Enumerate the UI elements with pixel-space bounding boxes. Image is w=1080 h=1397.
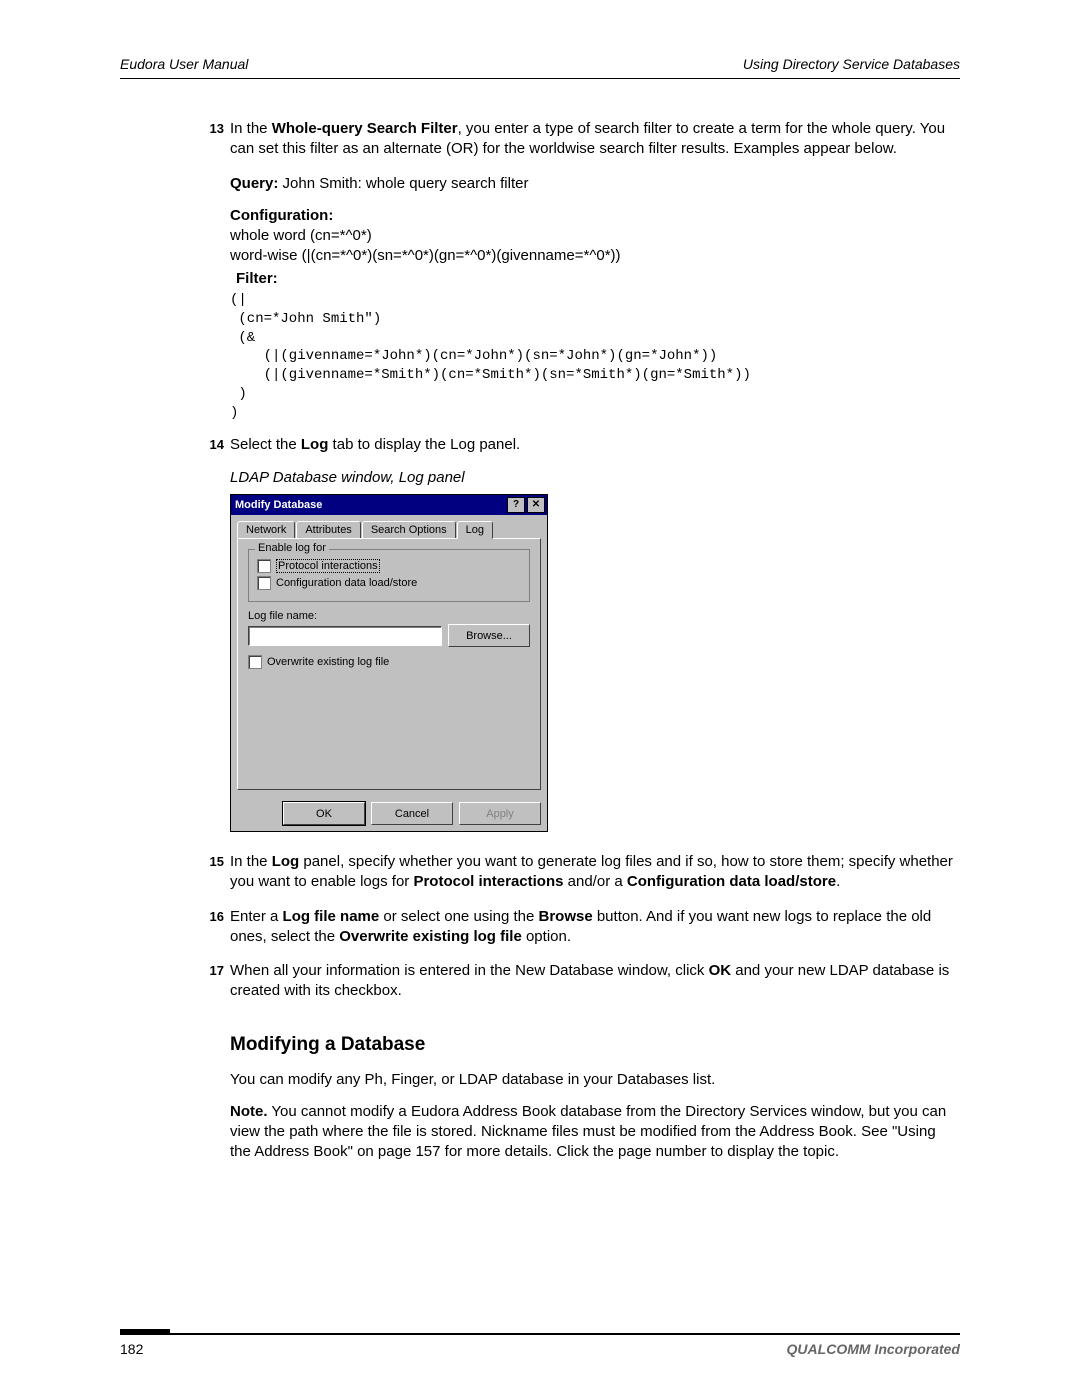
ok-button[interactable]: OK — [283, 802, 365, 825]
browse-button[interactable]: Browse... — [448, 624, 530, 647]
bold: Log file name — [283, 908, 380, 925]
page-number: 182 — [120, 1341, 143, 1357]
section-heading: Modifying a Database — [230, 1034, 960, 1056]
text: or select one using the — [379, 908, 538, 925]
note-para: Note. You cannot modify a Eudora Address… — [230, 1102, 960, 1163]
checkbox-protocol-row[interactable]: Protocol interactions — [257, 559, 521, 573]
tab-search-options[interactable]: Search Options — [362, 521, 456, 539]
bold: Browse — [538, 908, 592, 925]
footer: 182 QUALCOMM Incorporated — [120, 1333, 960, 1357]
figure-caption: LDAP Database window, Log panel — [230, 469, 960, 486]
checkbox-overwrite-row[interactable]: Overwrite existing log file — [248, 655, 530, 669]
bold: Whole-query Search Filter — [272, 120, 458, 137]
text: and/or a — [563, 873, 626, 890]
bold: Configuration data load/store — [627, 873, 836, 890]
checkbox-icon[interactable] — [257, 559, 271, 573]
logfile-input[interactable] — [248, 626, 442, 646]
step-number: 16 — [196, 908, 224, 948]
apply-button[interactable]: Apply — [459, 802, 541, 825]
text: option. — [522, 928, 571, 945]
bold: OK — [709, 962, 732, 979]
step-13: 13 In the Whole-query Search Filter, you… — [230, 119, 960, 160]
dialog-title: Modify Database — [235, 499, 505, 511]
text: When all your information is entered in … — [230, 962, 709, 979]
bold: Log — [301, 436, 329, 453]
tab-attributes[interactable]: Attributes — [296, 521, 360, 539]
header-left: Eudora User Manual — [120, 56, 248, 72]
label: Filter: — [236, 270, 278, 287]
text: . — [836, 873, 840, 890]
bold: Log — [272, 853, 300, 870]
text: In the — [230, 853, 272, 870]
checkbox-label: Configuration data load/store — [276, 577, 417, 589]
checkbox-label: Overwrite existing log file — [267, 656, 389, 668]
step-number: 15 — [196, 853, 224, 893]
text: word-wise (|(cn=*^0*)(sn=*^0*)(gn=*^0*)(… — [230, 247, 621, 264]
step-14: 14 Select the Log tab to display the Log… — [230, 435, 960, 455]
step-body: Select the Log tab to display the Log pa… — [230, 435, 960, 455]
text: tab to display the Log panel. — [328, 436, 520, 453]
tab-log[interactable]: Log — [457, 521, 493, 539]
text: Select the — [230, 436, 301, 453]
button-label: OK — [316, 808, 332, 820]
dialog-buttons: OK Cancel Apply — [231, 796, 547, 831]
checkbox-icon[interactable] — [257, 576, 271, 590]
section-para: You can modify any Ph, Finger, or LDAP d… — [230, 1070, 960, 1090]
button-label: Cancel — [395, 808, 429, 820]
text: You cannot modify a Eudora Address Book … — [230, 1103, 946, 1161]
step-number: 13 — [196, 120, 224, 160]
tab-label: Search Options — [371, 524, 447, 536]
footer-rule-block — [120, 1329, 170, 1335]
close-icon[interactable]: ✕ — [527, 497, 545, 513]
step-body: Enter a Log file name or select one usin… — [230, 907, 960, 948]
cancel-button[interactable]: Cancel — [371, 802, 453, 825]
bold: Overwrite existing log file — [339, 928, 522, 945]
filter-label: Filter: — [236, 269, 960, 289]
text: whole word (cn=*^0*) — [230, 227, 372, 244]
step-number: 17 — [196, 962, 224, 1002]
bold: Protocol interactions — [413, 873, 563, 890]
enable-log-groupbox: Enable log for Protocol interactions Con… — [248, 549, 530, 602]
config-block: Configuration: whole word (cn=*^0*) word… — [230, 206, 960, 267]
step-body: In the Log panel, specify whether you wa… — [230, 852, 960, 893]
tab-label: Network — [246, 524, 286, 536]
step-body: In the Whole-query Search Filter, you en… — [230, 119, 960, 160]
step-16: 16 Enter a Log file name or select one u… — [230, 907, 960, 948]
checkbox-config-row[interactable]: Configuration data load/store — [257, 576, 521, 590]
note-label: Note. — [230, 1103, 268, 1120]
tab-label: Log — [466, 524, 484, 536]
tab-label: Attributes — [305, 524, 351, 536]
checkbox-label: Protocol interactions — [276, 559, 380, 573]
checkbox-icon[interactable] — [248, 655, 262, 669]
step-15: 15 In the Log panel, specify whether you… — [230, 852, 960, 893]
button-label: Browse... — [466, 630, 512, 642]
button-label: Apply — [486, 808, 514, 820]
text: John Smith: whole query search filter — [278, 175, 528, 192]
step-body: When all your information is entered in … — [230, 961, 960, 1002]
help-icon[interactable]: ? — [507, 497, 525, 513]
step-17: 17 When all your information is entered … — [230, 961, 960, 1002]
filter-block: (| (cn=*John Smith") (& (|(givenname=*Jo… — [230, 291, 960, 423]
query-line: Query: John Smith: whole query search fi… — [230, 174, 960, 194]
text: In the — [230, 120, 272, 137]
label: Configuration: — [230, 207, 333, 224]
groupbox-title: Enable log for — [255, 542, 329, 554]
footer-company: QUALCOMM Incorporated — [787, 1341, 960, 1357]
titlebar: Modify Database ? ✕ — [231, 495, 547, 515]
logfile-label: Log file name: — [248, 610, 530, 622]
running-head: Eudora User Manual Using Directory Servi… — [120, 56, 960, 79]
text: Enter a — [230, 908, 283, 925]
header-right: Using Directory Service Databases — [743, 56, 960, 72]
modify-database-dialog: Modify Database ? ✕ Network Attributes S… — [230, 494, 548, 832]
step-number: 14 — [196, 436, 224, 455]
tab-network[interactable]: Network — [237, 521, 295, 539]
log-panel: Enable log for Protocol interactions Con… — [237, 538, 541, 790]
tab-strip: Network Attributes Search Options Log — [237, 521, 541, 539]
label: Query: — [230, 175, 278, 192]
